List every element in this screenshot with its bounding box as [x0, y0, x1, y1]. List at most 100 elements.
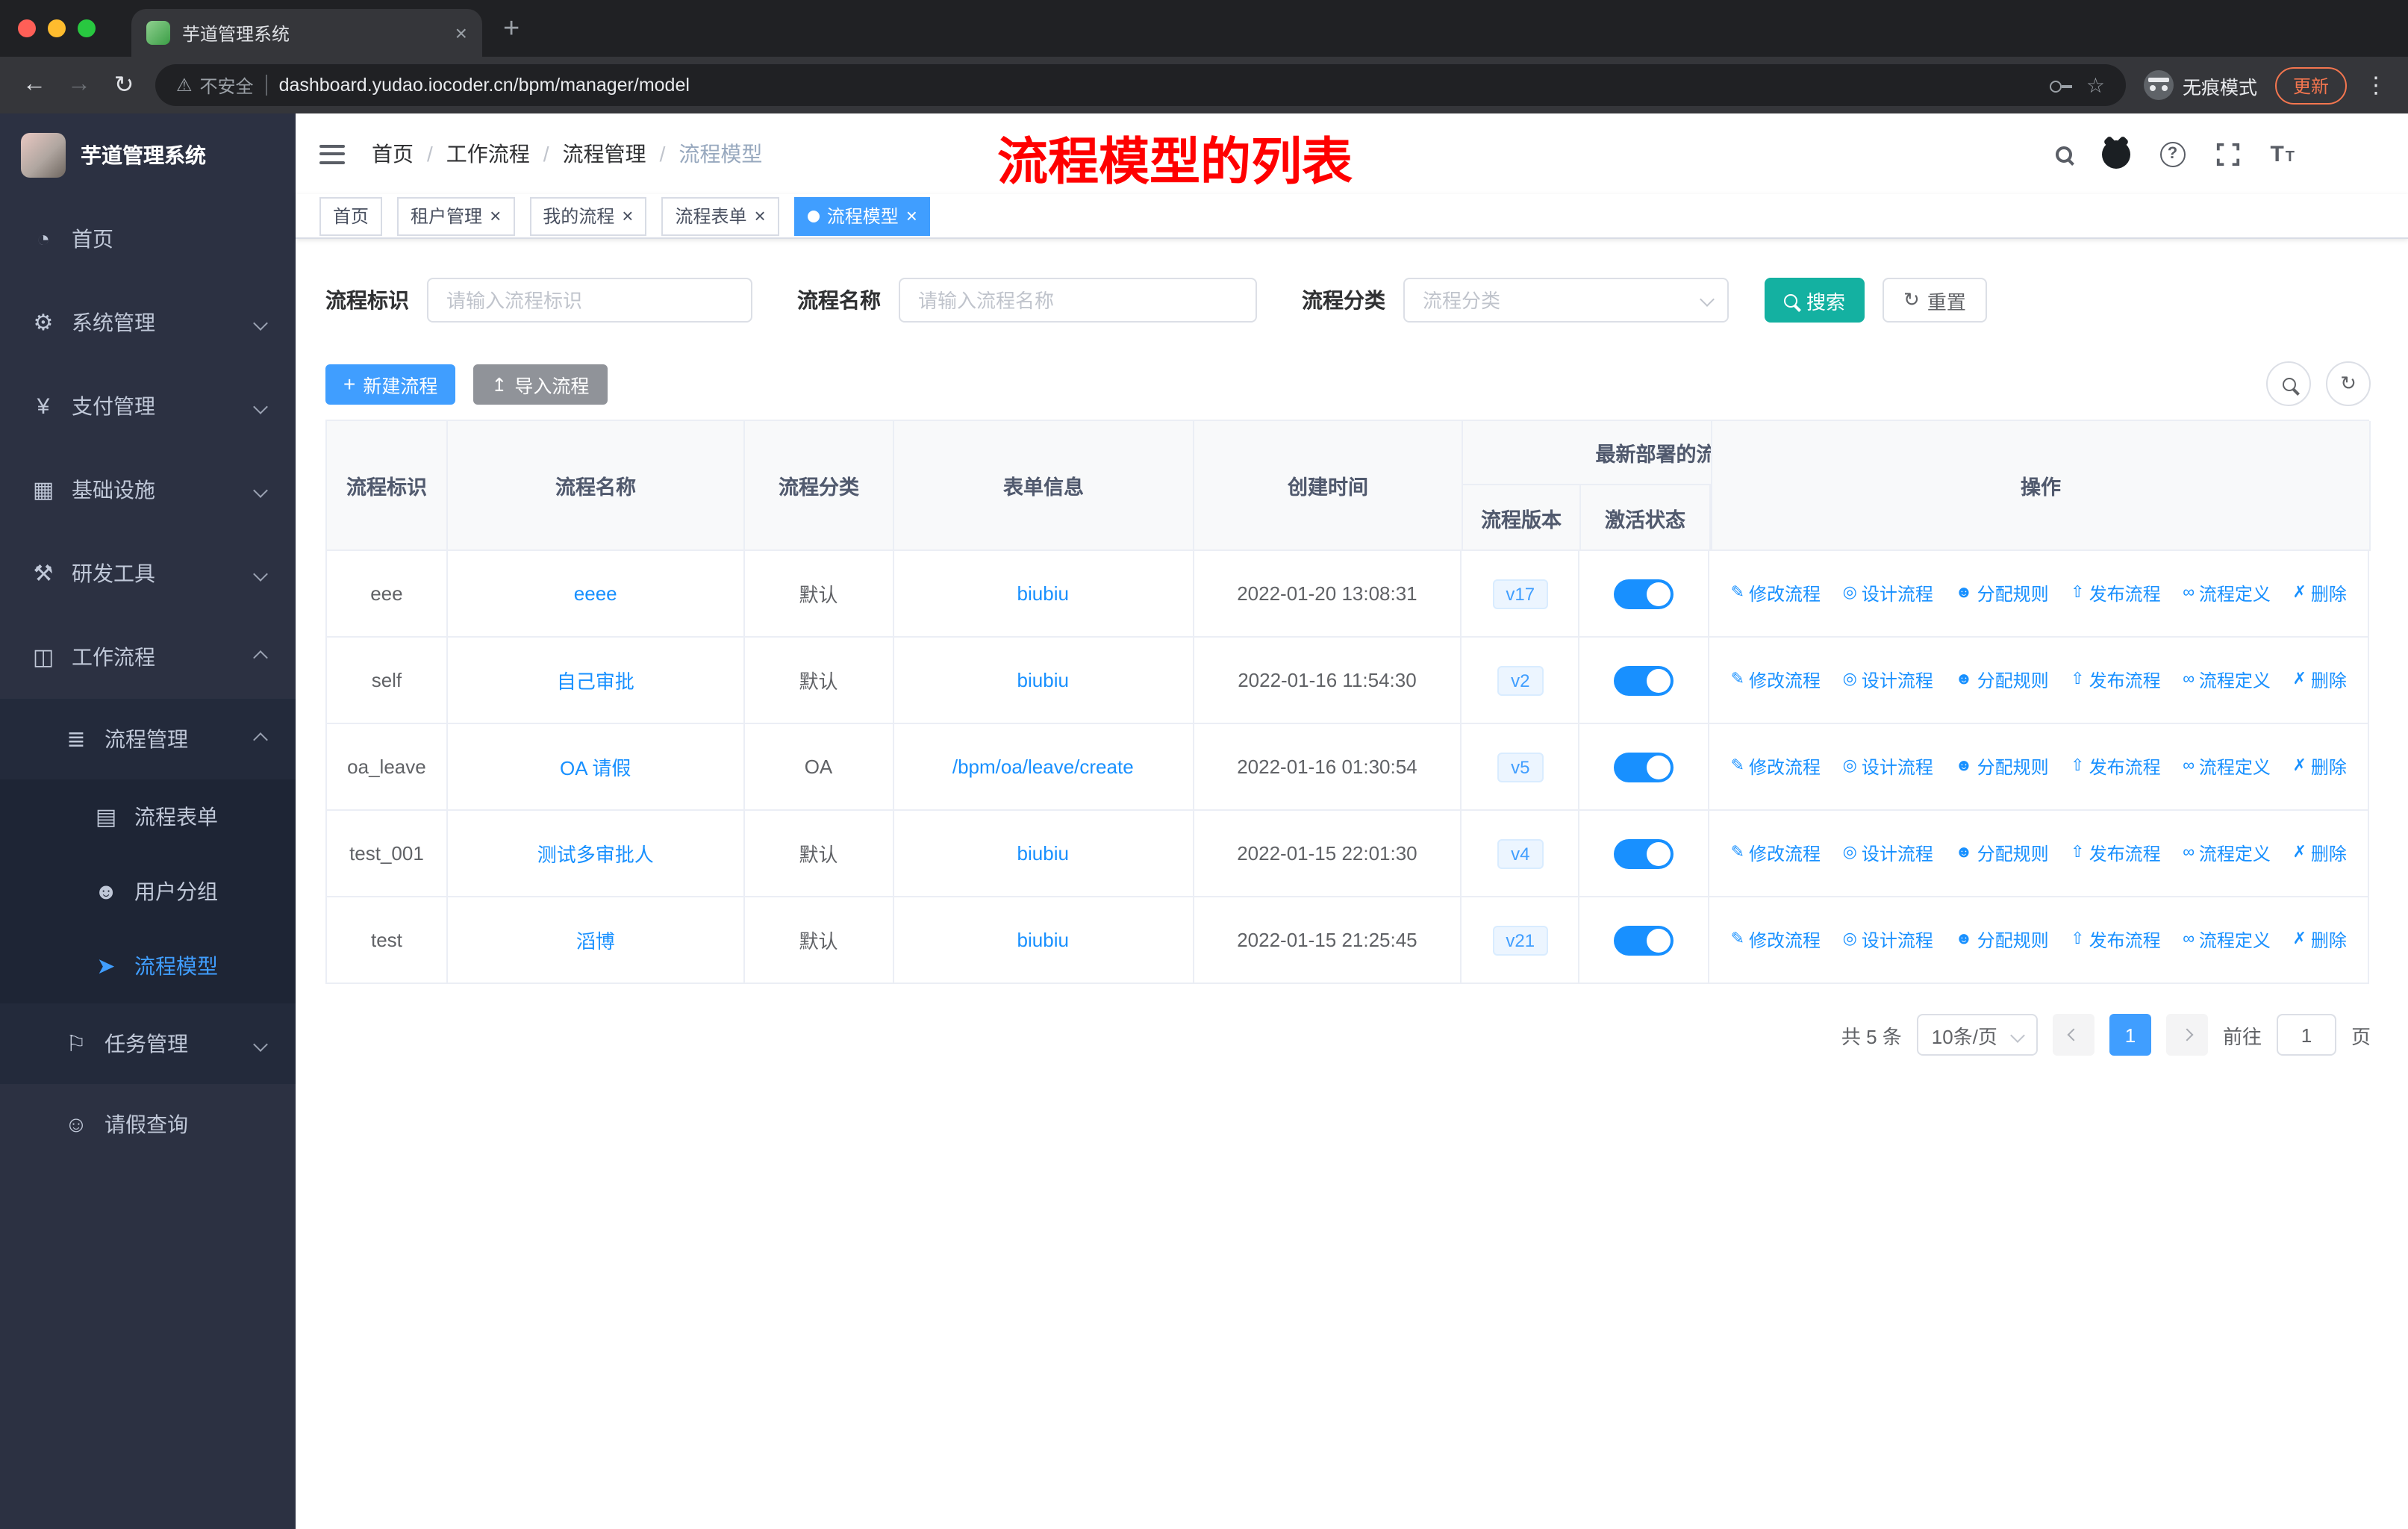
new-tab-button[interactable]: + [503, 14, 520, 43]
back-icon[interactable]: ← [21, 72, 48, 99]
tag-close-icon[interactable]: × [490, 206, 501, 225]
process-name-link[interactable]: eeee [574, 582, 617, 605]
sidebar-item-user-group[interactable]: ☻ 用户分组 [0, 854, 296, 929]
address-bar[interactable]: ⚠ 不安全 dashboard.yudao.iocoder.cn/bpm/man… [155, 64, 2126, 106]
active-toggle[interactable] [1614, 752, 1674, 782]
tag-close-icon[interactable]: × [755, 206, 766, 225]
op-design-link[interactable]: ◎ 设计流程 [1843, 841, 1933, 866]
op-design-link[interactable]: ◎ 设计流程 [1843, 927, 1933, 953]
form-info-link[interactable]: /bpm/oa/leave/create [952, 756, 1134, 778]
search-button[interactable]: 搜索 [1765, 278, 1865, 323]
tag-tenant[interactable]: 租户管理 × [397, 196, 515, 235]
page-size-select[interactable]: 10条/页 [1916, 1014, 2038, 1056]
form-info-link[interactable]: biubiu [1017, 582, 1069, 605]
active-toggle[interactable] [1614, 579, 1674, 608]
op-modify-link[interactable]: ✎ 修改流程 [1731, 667, 1821, 693]
active-toggle[interactable] [1614, 665, 1674, 695]
import-process-button[interactable]: ↥ 导入流程 [473, 364, 608, 404]
tag-process-form[interactable]: 流程表单 × [661, 196, 779, 235]
category-select[interactable] [1403, 278, 1729, 323]
tag-close-icon[interactable]: × [906, 206, 917, 225]
sidebar-item-home[interactable]: ◔ 首页 [0, 197, 296, 281]
font-size-icon[interactable]: TT [2270, 143, 2295, 165]
op-modify-link[interactable]: ✎ 修改流程 [1731, 841, 1821, 866]
process-name-link[interactable]: 测试多审批人 [537, 839, 654, 868]
tab-close-icon[interactable]: × [455, 22, 467, 43]
op-design-link[interactable]: ◎ 设计流程 [1843, 581, 1933, 606]
breadcrumb-process-management[interactable]: 流程管理 [563, 139, 646, 169]
active-toggle[interactable] [1614, 925, 1674, 955]
op-assign-rule-link[interactable]: ☻ 分配规则 [1955, 754, 2048, 779]
prev-page-button[interactable] [2052, 1014, 2094, 1056]
form-info-link[interactable]: biubiu [1017, 842, 1069, 865]
tag-home[interactable]: 首页 [319, 196, 383, 235]
browser-menu-icon[interactable]: ⋮ [2365, 72, 2387, 99]
sidebar-item-payment[interactable]: ¥ 支付管理 [0, 364, 296, 448]
op-delete-link[interactable]: ✗ 删除 [2292, 754, 2346, 779]
maximize-window-button[interactable] [78, 19, 96, 37]
reload-icon[interactable]: ↻ [110, 70, 137, 100]
op-modify-link[interactable]: ✎ 修改流程 [1731, 581, 1821, 606]
op-definition-link[interactable]: ∞ 流程定义 [2183, 841, 2271, 866]
refresh-table-button[interactable]: ↻ [2326, 361, 2371, 406]
op-publish-link[interactable]: ⇧ 发布流程 [2071, 927, 2160, 953]
breadcrumb-home[interactable]: 首页 [372, 139, 414, 169]
sidebar-item-leave-query[interactable]: ☺ 请假查询 [0, 1084, 296, 1165]
create-process-button[interactable]: + 新建流程 [325, 364, 456, 404]
sidebar-item-workflow[interactable]: ◫ 工作流程 [0, 615, 296, 699]
password-key-icon[interactable] [2049, 75, 2074, 96]
op-delete-link[interactable]: ✗ 删除 [2292, 581, 2346, 606]
fullscreen-icon[interactable] [2215, 141, 2240, 166]
next-page-button[interactable] [2165, 1014, 2208, 1056]
op-modify-link[interactable]: ✎ 修改流程 [1731, 754, 1821, 779]
op-delete-link[interactable]: ✗ 删除 [2292, 841, 2346, 866]
sidebar-item-process-form[interactable]: ▤ 流程表单 [0, 779, 296, 854]
close-window-button[interactable] [18, 19, 36, 37]
goto-page-input[interactable] [2276, 1014, 2336, 1056]
op-publish-link[interactable]: ⇧ 发布流程 [2071, 841, 2160, 866]
category-select-input[interactable] [1403, 278, 1729, 323]
form-info-link[interactable]: biubiu [1017, 929, 1069, 951]
security-chip[interactable]: ⚠ 不安全 [176, 72, 254, 98]
sidebar-toggle-icon[interactable] [319, 144, 345, 164]
tag-close-icon[interactable]: × [622, 206, 633, 225]
reset-button[interactable]: ↻ 重置 [1883, 278, 1987, 323]
github-icon[interactable] [2101, 140, 2130, 168]
op-assign-rule-link[interactable]: ☻ 分配规则 [1955, 927, 2048, 953]
op-delete-link[interactable]: ✗ 删除 [2292, 927, 2346, 953]
forward-icon[interactable]: → [66, 72, 93, 99]
process-name-link[interactable]: 滔博 [576, 926, 615, 954]
toggle-search-button[interactable] [2266, 361, 2311, 406]
tag-my-process[interactable]: 我的流程 × [529, 196, 647, 235]
op-definition-link[interactable]: ∞ 流程定义 [2183, 667, 2271, 693]
minimize-window-button[interactable] [48, 19, 66, 37]
sidebar-item-process-model[interactable]: ➤ 流程模型 [0, 929, 296, 1003]
update-button[interactable]: 更新 [2274, 66, 2347, 104]
sidebar-item-process-management[interactable]: ≣ 流程管理 [0, 699, 296, 779]
op-design-link[interactable]: ◎ 设计流程 [1843, 754, 1933, 779]
op-definition-link[interactable]: ∞ 流程定义 [2183, 754, 2271, 779]
sidebar-item-task-management[interactable]: ⚐ 任务管理 [0, 1003, 296, 1084]
process-name-link[interactable]: OA 请假 [560, 753, 631, 781]
sidebar-item-infrastructure[interactable]: ▦ 基础设施 [0, 448, 296, 532]
user-avatar[interactable] [2324, 132, 2381, 175]
process-name-input[interactable] [899, 278, 1257, 323]
process-name-link[interactable]: 自己审批 [557, 666, 634, 694]
op-definition-link[interactable]: ∞ 流程定义 [2183, 927, 2271, 953]
tag-process-model[interactable]: 流程模型 × [793, 196, 931, 235]
op-assign-rule-link[interactable]: ☻ 分配规则 [1955, 841, 2048, 866]
active-toggle[interactable] [1614, 838, 1674, 868]
op-publish-link[interactable]: ⇧ 发布流程 [2071, 667, 2160, 693]
op-definition-link[interactable]: ∞ 流程定义 [2183, 581, 2271, 606]
sidebar-item-devtools[interactable]: ⚒ 研发工具 [0, 532, 296, 615]
current-page-button[interactable]: 1 [2109, 1014, 2151, 1056]
op-publish-link[interactable]: ⇧ 发布流程 [2071, 754, 2160, 779]
op-assign-rule-link[interactable]: ☻ 分配规则 [1955, 667, 2048, 693]
op-design-link[interactable]: ◎ 设计流程 [1843, 667, 1933, 693]
sidebar-item-system[interactable]: ⚙ 系统管理 [0, 281, 296, 364]
help-icon[interactable]: ? [2159, 141, 2186, 166]
breadcrumb-workflow[interactable]: 工作流程 [446, 139, 530, 169]
process-key-input[interactable] [427, 278, 752, 323]
form-info-link[interactable]: biubiu [1017, 669, 1069, 691]
bookmark-star-icon[interactable]: ☆ [2086, 75, 2105, 96]
